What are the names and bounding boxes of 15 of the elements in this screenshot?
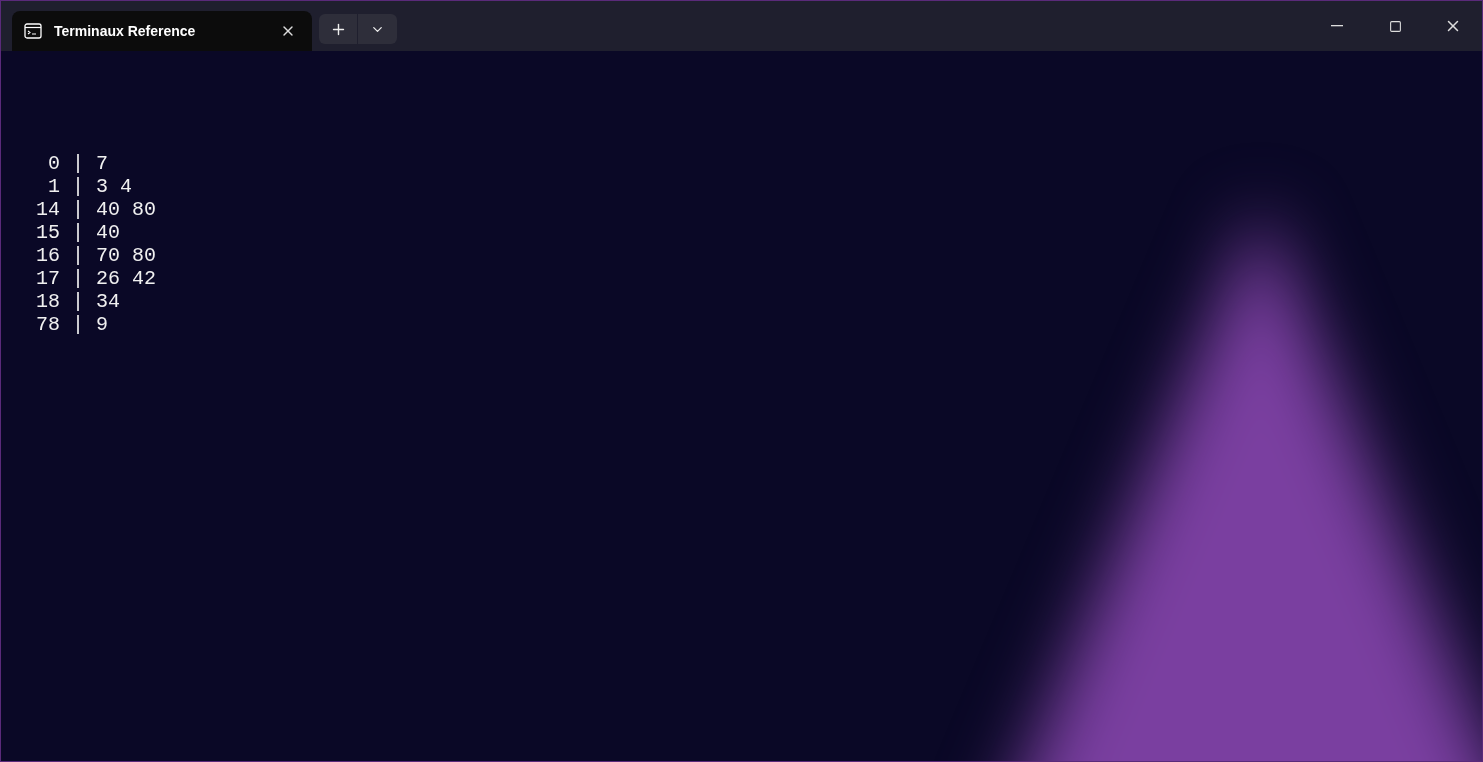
terminal-line: 18 | 34 — [35, 290, 121, 313]
dropdown-button[interactable] — [358, 14, 397, 44]
tab[interactable]: Terminaux Reference — [12, 11, 312, 51]
terminal-line: 1 | 3 4 — [47, 175, 134, 198]
new-tab-button[interactable] — [319, 14, 358, 44]
terminal-line: 17 | 26 42 — [35, 267, 158, 290]
tab-title: Terminaux Reference — [54, 21, 197, 41]
minimize-icon — [1331, 25, 1343, 27]
terminal-line: 16 | 70 80 — [35, 244, 158, 267]
terminal-line: 78 | 9 — [35, 313, 109, 336]
terminal-icon — [24, 23, 42, 39]
terminal-line: 0 | 7 — [47, 152, 109, 175]
maximize-icon — [1388, 19, 1402, 33]
terminal-line: 15 | 40 — [35, 221, 121, 244]
terminal-line: 14 | 40 80 — [35, 198, 158, 221]
